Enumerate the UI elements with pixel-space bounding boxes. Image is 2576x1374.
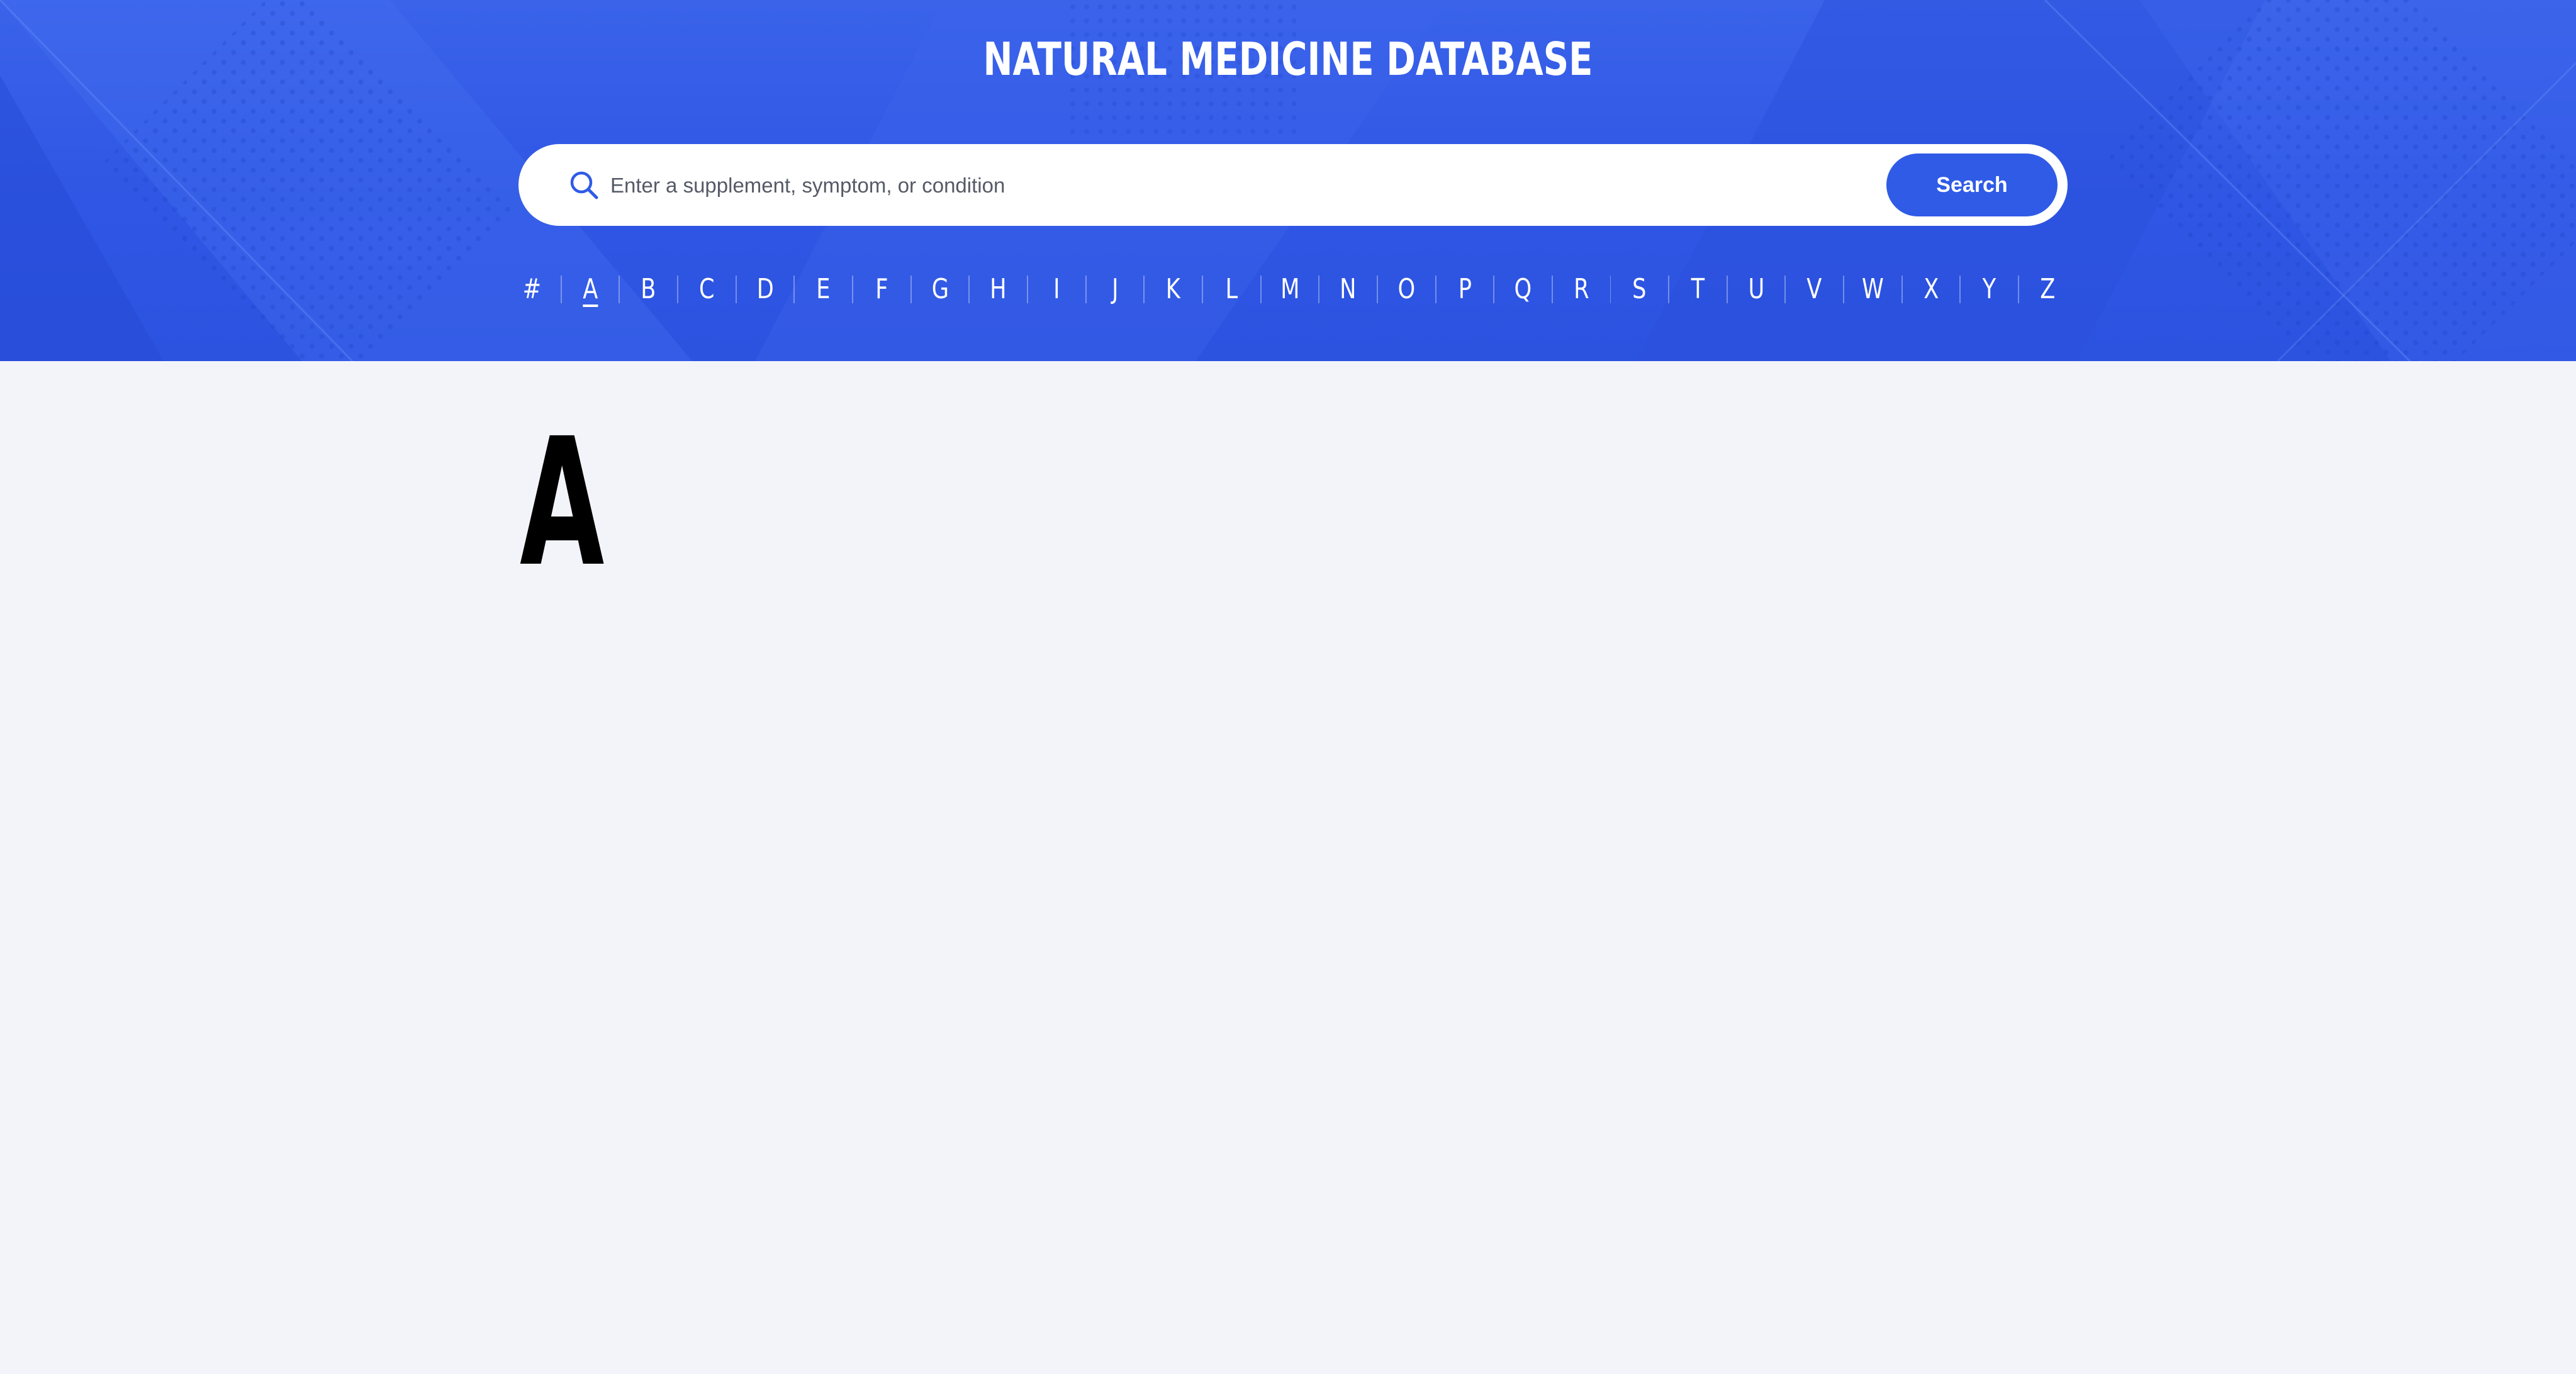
alphabet-link-u[interactable]: U	[1733, 271, 1779, 308]
alphabet-separator	[851, 276, 853, 303]
alphabet-link-k[interactable]: K	[1150, 271, 1196, 308]
hero-banner: NATURAL MEDICINE DATABASE Search # ABCDEF…	[0, 0, 2576, 361]
search-bar: Search	[518, 144, 2068, 226]
alphabet-separator	[1143, 276, 1145, 303]
alphabet-link-o[interactable]: O	[1384, 271, 1430, 308]
alphabet-separator	[1318, 276, 1320, 303]
search-button[interactable]: Search	[1886, 154, 2058, 216]
alphabet-link-i[interactable]: I	[1034, 271, 1080, 308]
alphabet-link-c[interactable]: C	[684, 271, 730, 308]
alphabet-link-l[interactable]: L	[1209, 271, 1255, 308]
alphabet-separator	[1201, 276, 1203, 303]
alphabet-separator	[1959, 276, 1961, 303]
alphabet-link-h[interactable]: H	[975, 271, 1021, 308]
alphabet-link-s[interactable]: S	[1617, 271, 1663, 308]
alphabet-separator	[1668, 276, 1670, 303]
alphabet-separator	[968, 276, 970, 303]
alphabet-separator	[619, 276, 620, 303]
alphabet-link-z[interactable]: Z	[2025, 271, 2071, 308]
alphabet-link-g[interactable]: G	[917, 271, 963, 308]
alphabet-separator	[1435, 276, 1436, 303]
alphabet-link-e[interactable]: E	[800, 271, 846, 308]
alphabet-separator	[1260, 276, 1262, 303]
alphabet-link-a[interactable]: A	[568, 271, 613, 308]
alphabet-link-n[interactable]: N	[1325, 271, 1371, 308]
alphabet-separator	[910, 276, 912, 303]
alphabet-link-v[interactable]: V	[1792, 271, 1838, 308]
alphabet-separator	[1784, 276, 1786, 303]
search-input[interactable]	[609, 164, 1744, 207]
alphabet-link-m[interactable]: M	[1267, 271, 1313, 308]
search-icon	[570, 171, 598, 199]
alphabet-link-hash[interactable]: #	[509, 271, 555, 308]
alphabet-nav: # A B C D E F G H I J K L M N O P Q R S T U V W X Y Z	[503, 271, 2076, 308]
alphabet-link-w[interactable]: W	[1850, 271, 1896, 308]
alphabet-separator	[1843, 276, 1845, 303]
alphabet-link-x[interactable]: X	[1908, 271, 1954, 308]
alphabet-link-q[interactable]: Q	[1500, 271, 1546, 308]
section-letter: A	[520, 401, 605, 606]
alphabet-link-f[interactable]: F	[859, 271, 905, 308]
alphabet-link-j[interactable]: J	[1092, 271, 1138, 308]
alphabet-link-t[interactable]: T	[1675, 271, 1721, 308]
page-title: NATURAL MEDICINE DATABASE	[983, 33, 1593, 86]
alphabet-link-r[interactable]: R	[1559, 271, 1604, 308]
alphabet-link-d[interactable]: D	[742, 271, 788, 308]
alphabet-separator	[1085, 276, 1087, 303]
alphabet-separator	[1551, 276, 1553, 303]
alphabet-separator	[1901, 276, 1903, 303]
alphabet-separator	[560, 276, 562, 303]
alphabet-separator	[735, 276, 737, 303]
alphabet-link-b[interactable]: B	[625, 271, 671, 308]
alphabet-separator	[2018, 276, 2020, 303]
alphabet-separator	[1493, 276, 1495, 303]
alphabet-separator	[1726, 276, 1728, 303]
alphabet-separator	[793, 276, 795, 303]
alphabet-separator	[1376, 276, 1378, 303]
alphabet-separator	[1026, 276, 1028, 303]
alphabet-link-p[interactable]: P	[1442, 271, 1488, 308]
alphabet-separator	[1610, 276, 1611, 303]
alphabet-separator	[677, 276, 678, 303]
alphabet-link-y[interactable]: Y	[1966, 271, 2012, 308]
